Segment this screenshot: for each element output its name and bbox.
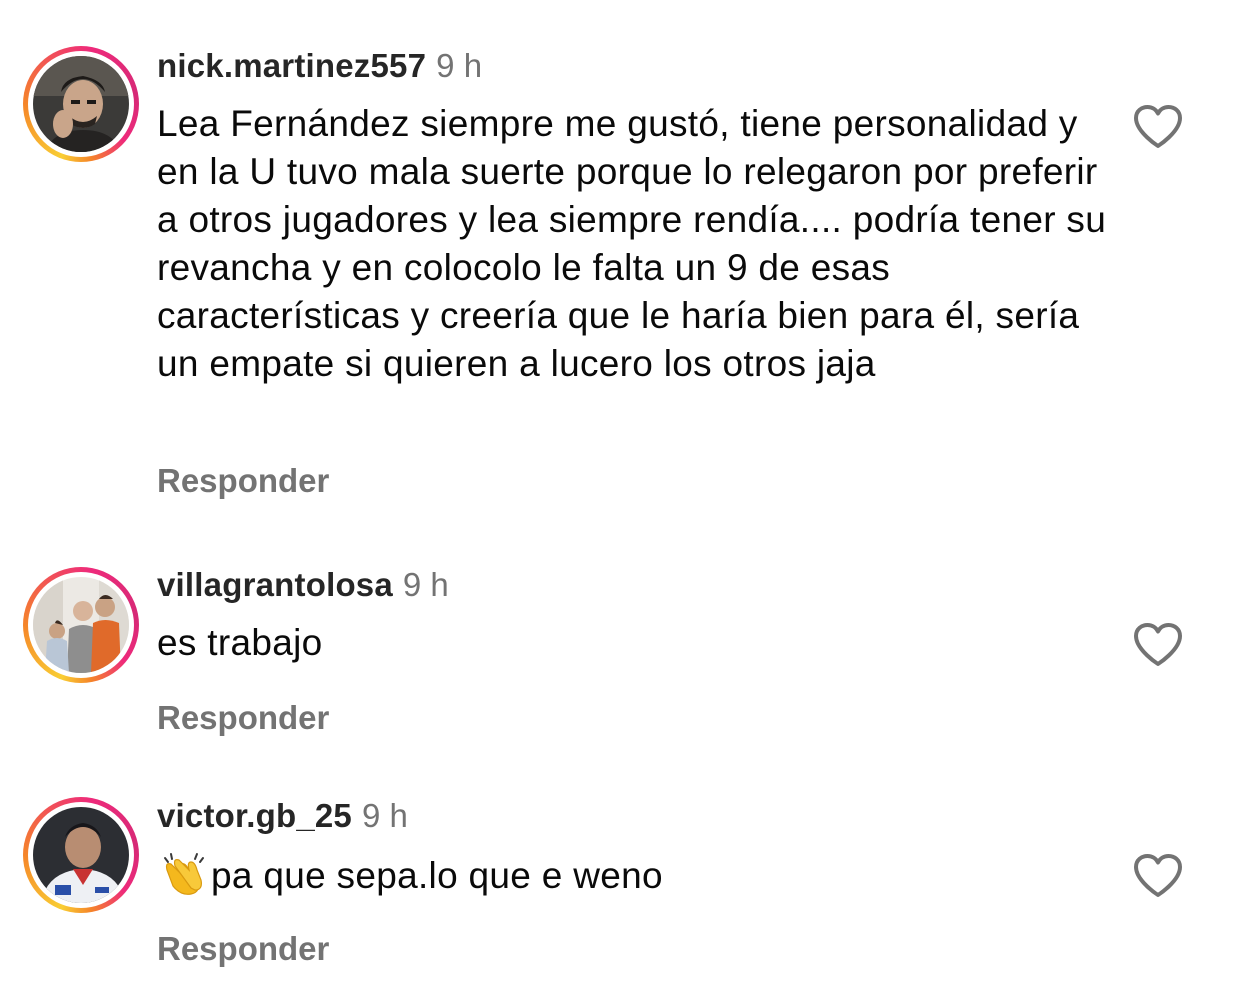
comment-header: nick.martinez557 9 h xyxy=(157,46,482,86)
username-link[interactable]: nick.martinez557 xyxy=(157,47,426,84)
heart-outline-icon xyxy=(1134,623,1182,666)
clapping-hands-icon xyxy=(157,850,209,896)
comment-text: Lea Fernández siempre me gustó, tiene pe… xyxy=(157,103,1107,384)
username-link[interactable]: victor.gb_25 xyxy=(157,797,352,834)
comment-header: victor.gb_25 9 h xyxy=(157,796,408,836)
avatar xyxy=(33,577,129,673)
timestamp: 9 h xyxy=(436,47,483,84)
reply-button[interactable]: Responder xyxy=(157,698,329,738)
heart-outline-icon xyxy=(1134,854,1182,897)
avatar-image xyxy=(33,56,129,152)
avatar-story-ring[interactable] xyxy=(23,797,139,913)
like-button[interactable] xyxy=(1132,622,1184,668)
avatar-ring-gap xyxy=(28,572,134,678)
avatar-story-ring[interactable] xyxy=(23,567,139,683)
reply-button[interactable]: Responder xyxy=(157,929,329,969)
avatar-ring-gap xyxy=(28,51,134,157)
comment-text: es trabajo xyxy=(157,622,323,663)
like-button[interactable] xyxy=(1132,104,1184,150)
reply-button[interactable]: Responder xyxy=(157,461,329,501)
avatar xyxy=(33,56,129,152)
avatar xyxy=(33,807,129,903)
timestamp: 9 h xyxy=(362,797,408,834)
avatar-story-ring[interactable] xyxy=(23,46,139,162)
avatar-ring-gap xyxy=(28,802,134,908)
heart-outline-icon xyxy=(1134,105,1182,148)
like-button[interactable] xyxy=(1132,853,1184,899)
avatar-image xyxy=(33,807,129,903)
comment-text: pa que sepa.lo que e weno xyxy=(157,850,1117,900)
avatar-image xyxy=(33,577,129,673)
comment-text-content: pa que sepa.lo que e weno xyxy=(211,855,663,896)
username-link[interactable]: villagrantolosa xyxy=(157,566,393,603)
comment-header: villagrantolosa 9 h xyxy=(157,565,449,605)
timestamp: 9 h xyxy=(402,566,449,603)
